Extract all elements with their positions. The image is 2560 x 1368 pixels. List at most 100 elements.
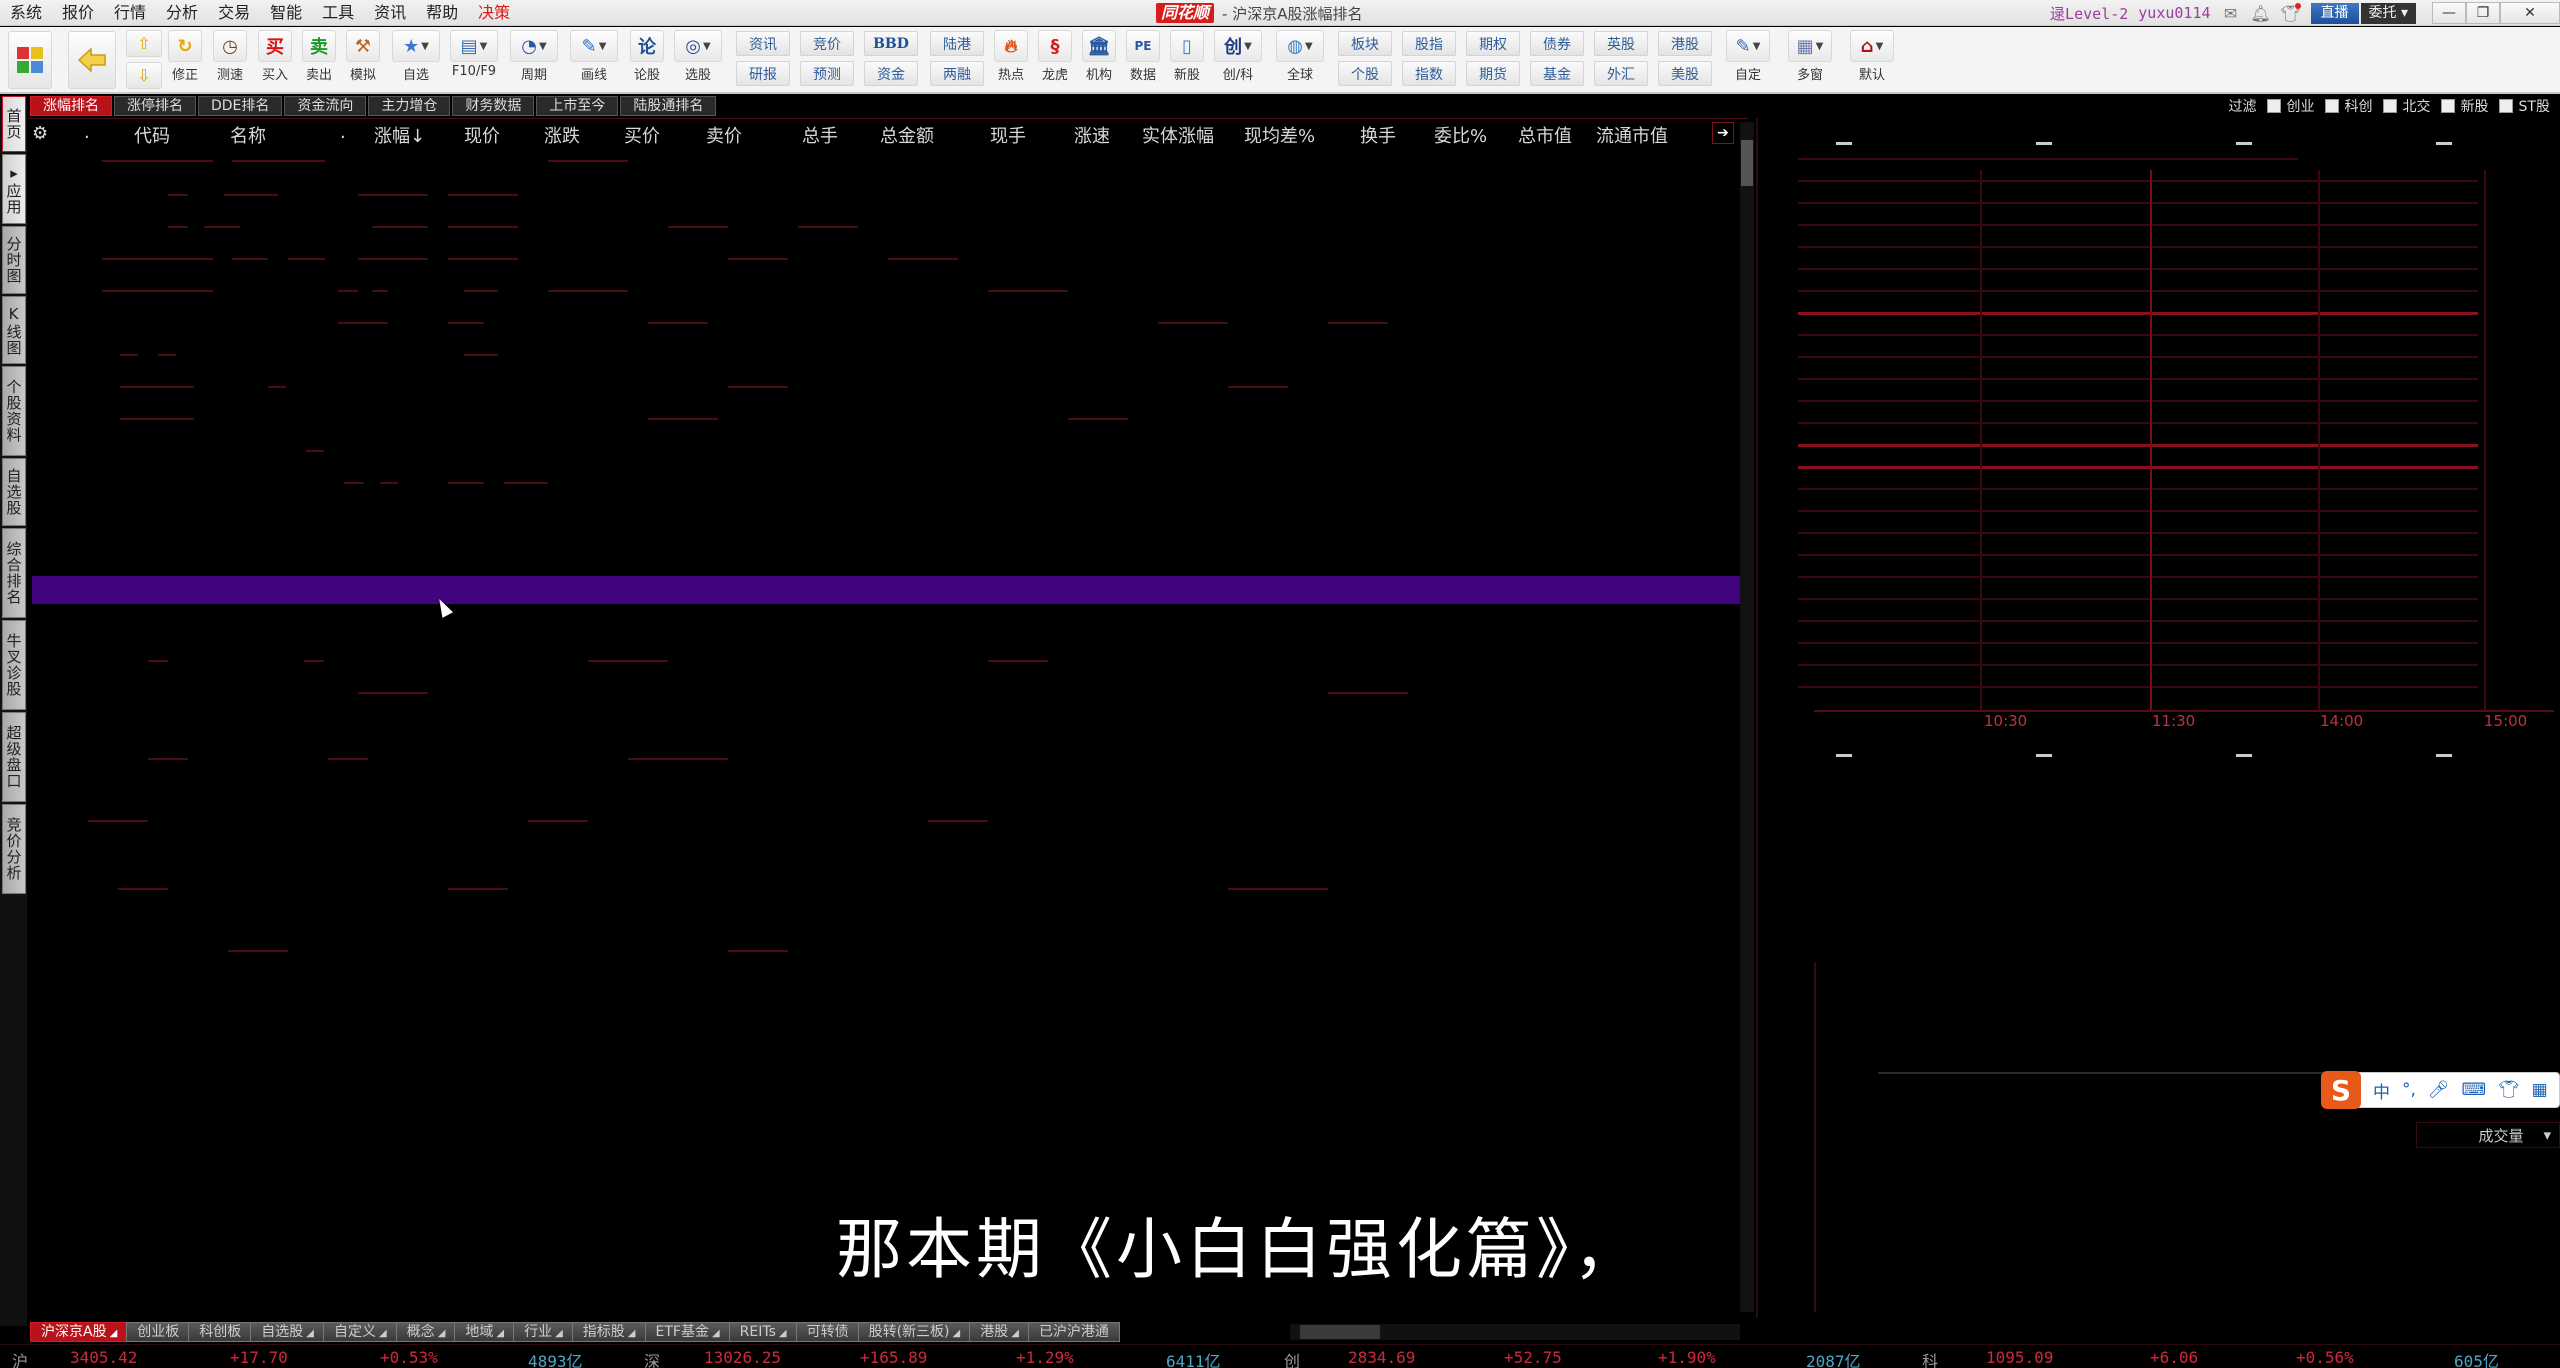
toolbar-dragon[interactable]: § 龙虎 xyxy=(1038,30,1072,83)
checkbox[interactable] xyxy=(2498,99,2513,113)
toolbar-fix[interactable]: ↻ 修正 xyxy=(168,30,202,83)
sidebar-item-apps[interactable]: ▸ 应用 xyxy=(2,154,26,224)
checkbox[interactable] xyxy=(2440,99,2455,113)
toolbar-chuangke[interactable]: 创 ▼ 创/科 xyxy=(1214,30,1262,83)
sogou-logo-icon[interactable]: S xyxy=(2321,1071,2361,1109)
horizontal-scrollbar[interactable] xyxy=(1290,1324,1740,1340)
selected-table-row[interactable] xyxy=(32,576,1744,604)
kc-index[interactable]: 1095.09 xyxy=(1986,1348,2053,1367)
menu-quote[interactable]: 报价 xyxy=(52,0,104,26)
restore-button[interactable]: ❐ xyxy=(2466,2,2500,24)
checkbox[interactable] xyxy=(2266,99,2281,113)
btab-etf[interactable]: ETF基金 ◢ xyxy=(644,1322,731,1342)
btn-research[interactable]: 研报 xyxy=(736,61,790,86)
toolbar-watchlist[interactable]: ★ ▼ 自选 xyxy=(392,30,440,83)
col-speed[interactable]: 涨速 xyxy=(1074,122,1110,148)
sidebar-item-composite-ranking[interactable]: 综合排名 xyxy=(2,528,26,618)
btn-us-stocks[interactable]: 美股 xyxy=(1658,61,1712,86)
btn-bbd[interactable]: BBD xyxy=(864,31,918,56)
ime-skin-icon[interactable]: 👕︎ xyxy=(2498,1080,2520,1100)
ime-chinese-mode[interactable]: 中 xyxy=(2373,1078,2390,1103)
filter-bse[interactable]: 北交 xyxy=(2382,96,2431,116)
toolbar-hotspot[interactable]: 🔥︎ 热点 xyxy=(994,30,1028,83)
btn-uk-stocks[interactable]: 英股 xyxy=(1594,31,1648,56)
ime-punctuation-icon[interactable]: °, xyxy=(2402,1080,2416,1100)
col-bid[interactable]: 买价 xyxy=(624,122,660,148)
col-code[interactable]: 代码 xyxy=(134,122,170,148)
btab-industry[interactable]: 行业 ◢ xyxy=(513,1322,574,1342)
sidebar-item-stock-diagnosis[interactable]: 牛叉诊股 xyxy=(2,620,26,710)
col-price[interactable]: 现价 xyxy=(464,122,500,148)
page-down-button[interactable]: ⇩ xyxy=(126,62,162,89)
sz-index[interactable]: 13026.25 xyxy=(704,1348,781,1367)
btn-futures[interactable]: 期货 xyxy=(1466,61,1520,86)
tab-since-listing[interactable]: 上市至今 xyxy=(536,96,619,116)
btn-hk-stocks[interactable]: 港股 xyxy=(1658,31,1712,56)
ime-apps-icon[interactable]: ▦ xyxy=(2532,1080,2548,1100)
btn-index-futures[interactable]: 股指 xyxy=(1402,31,1456,56)
col-current-volume[interactable]: 现手 xyxy=(990,122,1026,148)
toolbar-buy[interactable]: 买 买入 xyxy=(258,30,292,83)
col-price-avg-diff[interactable]: 现均差% xyxy=(1244,122,1315,148)
sidebar-item-watchlist[interactable]: 自选股 xyxy=(2,458,26,526)
skin-shirt-icon[interactable]: 👕︎ xyxy=(2280,3,2301,23)
minimize-button[interactable]: — xyxy=(2432,2,2466,24)
toolbar-custom[interactable]: ✎ ▼ 自定 xyxy=(1726,30,1770,83)
filter-st[interactable]: ST股 xyxy=(2498,96,2550,116)
vertical-scrollbar[interactable] xyxy=(1740,122,1754,1312)
live-button[interactable]: 直播 xyxy=(2310,2,2359,24)
btn-bonds[interactable]: 债券 xyxy=(1530,31,1584,56)
gear-icon[interactable]: ⚙ xyxy=(32,123,48,144)
btab-a-shares[interactable]: 沪深京A股 ◢ xyxy=(30,1322,129,1342)
tab-dde-ranking[interactable]: DDE排名 xyxy=(198,96,283,116)
toolbar-speedtest[interactable]: ◷ 测速 xyxy=(213,30,247,83)
btn-individual[interactable]: 个股 xyxy=(1338,61,1392,86)
toolbar-stock-picker[interactable]: ◎ ▼ 选股 xyxy=(674,30,722,83)
btab-convertible[interactable]: 可转债 xyxy=(795,1322,860,1342)
tab-limit-up-ranking[interactable]: 涨停排名 xyxy=(114,96,196,116)
filter-new[interactable]: 新股 xyxy=(2440,96,2489,116)
username[interactable]: yuxu0114 xyxy=(2138,4,2210,22)
expand-columns-icon[interactable]: ➔ xyxy=(1712,122,1734,144)
btn-hk-connect[interactable]: 陆港 xyxy=(930,31,984,56)
toolbar-forum[interactable]: 论 论股 xyxy=(630,30,664,83)
checkbox[interactable] xyxy=(2324,99,2339,113)
tab-fund-flow[interactable]: 资金流向 xyxy=(284,96,367,116)
menu-analysis[interactable]: 分析 xyxy=(156,0,208,26)
close-button[interactable]: ✕ xyxy=(2500,2,2560,24)
filter-chinext[interactable]: 创业 xyxy=(2266,96,2315,116)
col-bid-ratio[interactable]: 委比% xyxy=(1434,122,1487,148)
col-turnover[interactable]: 换手 xyxy=(1360,122,1396,148)
col-body-change[interactable]: 实体涨幅 xyxy=(1142,122,1214,148)
sidebar-item-home[interactable]: 首页 xyxy=(2,96,26,152)
toolbar-simulate[interactable]: ⚒ 模拟 xyxy=(346,30,380,83)
entrust-button[interactable]: 委托 ▾ xyxy=(2360,2,2416,24)
menu-system[interactable]: 系统 xyxy=(0,0,52,26)
ime-keyboard-icon[interactable]: ⌨ xyxy=(2462,1080,2487,1100)
toolbar-multiwindow[interactable]: ▦ ▼ 多窗 xyxy=(1788,30,1832,83)
sh-index[interactable]: 3405.42 xyxy=(70,1348,137,1367)
btab-star[interactable]: 科创板 xyxy=(188,1322,253,1342)
tab-financial-data[interactable]: 财务数据 xyxy=(452,96,535,116)
toolbar-f10[interactable]: ▤ ▼ F10/F9 xyxy=(450,30,498,79)
btab-concept[interactable]: 概念 ◢ xyxy=(395,1322,457,1342)
mail-icon[interactable]: ✉ xyxy=(2221,3,2241,23)
menu-help[interactable]: 帮助 xyxy=(416,0,468,26)
menu-trade[interactable]: 交易 xyxy=(208,0,260,26)
btab-region[interactable]: 地域 ◢ xyxy=(454,1322,516,1342)
toolbar-sell[interactable]: 卖 卖出 xyxy=(302,30,336,83)
ime-microphone-icon[interactable]: 🎤︎ xyxy=(2428,1080,2450,1100)
col-change[interactable]: 涨跌 xyxy=(544,122,580,148)
sidebar-item-kline[interactable]: K线图 xyxy=(2,296,26,364)
col-change-pct[interactable]: 涨幅↓ xyxy=(374,122,425,148)
toolbar-institution[interactable]: 🏛︎ 机构 xyxy=(1082,30,1116,83)
btab-stock-connect[interactable]: 已沪沪港通 xyxy=(1027,1322,1120,1342)
menu-news[interactable]: 资讯 xyxy=(364,0,416,26)
btn-forex[interactable]: 外汇 xyxy=(1594,61,1648,86)
btab-reits[interactable]: REITs ◢ xyxy=(728,1322,798,1342)
col-name[interactable]: 名称 xyxy=(230,122,266,148)
menu-tools[interactable]: 工具 xyxy=(312,0,364,26)
menu-decision[interactable]: 决策 xyxy=(468,0,520,26)
col-ask[interactable]: 卖价 xyxy=(706,122,742,148)
menu-smart[interactable]: 智能 xyxy=(260,0,312,26)
